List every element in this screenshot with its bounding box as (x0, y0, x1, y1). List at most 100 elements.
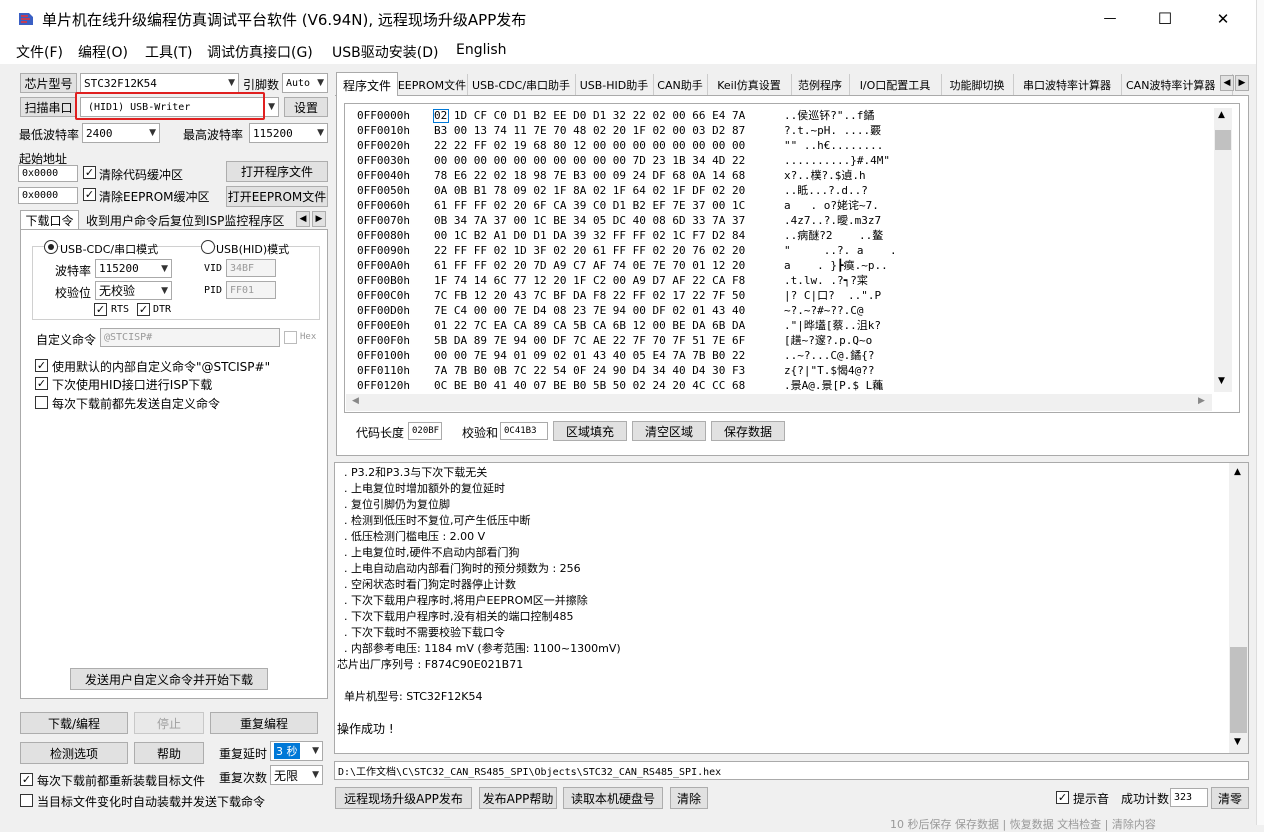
clear-area-button[interactable]: 清空区域 (632, 421, 706, 441)
tab-eeprom-file[interactable]: EEPROM文件 (397, 74, 468, 95)
tab-download-password[interactable]: 下载口令 (20, 210, 79, 230)
scroll-thumb[interactable] (1215, 130, 1231, 150)
repeat-count-select[interactable]: 无限 ▼ (270, 765, 323, 785)
chip-model-select[interactable]: STC32F12K54 ▼ (80, 73, 239, 93)
scroll-right-icon[interactable]: ▶ (1198, 396, 1205, 406)
tab-keil-settings[interactable]: Keil仿真设置 (707, 74, 792, 95)
usb-hid-radio[interactable] (201, 240, 215, 254)
reload-before-download-checkbox[interactable]: ✓ (20, 773, 33, 786)
app-logo-icon (17, 10, 35, 28)
code-length-value: 020BF (408, 422, 442, 440)
hex-vertical-scrollbar[interactable]: ▲ ▼ (1214, 108, 1232, 392)
send-command-first-checkbox[interactable] (35, 396, 48, 409)
tab-can-assistant[interactable]: CAN助手 (653, 74, 708, 95)
menu-debug[interactable]: 调试仿真接口(G) (207, 42, 313, 62)
maximize-button[interactable]: ☐ (1145, 6, 1185, 32)
settings-button[interactable]: 设置 (284, 97, 328, 117)
repeat-program-button[interactable]: 重复编程 (210, 712, 318, 734)
tab-io-config[interactable]: I/O口配置工具 (849, 74, 942, 95)
tab-scroll-left[interactable]: ◀ (296, 211, 310, 227)
menu-program[interactable]: 编程(O) (78, 42, 128, 62)
usb-cdc-radio[interactable] (44, 240, 58, 254)
open-eeprom-file-button[interactable]: 打开EEPROM文件 (226, 186, 328, 207)
baud-select[interactable]: 115200 ▼ (95, 259, 172, 278)
hex-checkbox[interactable] (284, 331, 297, 344)
stop-button[interactable]: 停止 (134, 712, 204, 734)
log-output[interactable]: . P3.2和P3.3与下次下载无关 . 上电复位时增加额外的复位延时 . 复位… (334, 462, 1249, 754)
clear-log-button[interactable]: 清除 (670, 787, 708, 809)
hex-ascii: ?.t.~pH. ....覈 (784, 124, 882, 137)
menu-english[interactable]: English (456, 42, 507, 58)
save-data-button[interactable]: 保存数据 (711, 421, 785, 441)
download-program-button[interactable]: 下载/编程 (20, 712, 128, 734)
tab-example-programs[interactable]: 范例程序 (791, 74, 850, 95)
repeat-delay-select[interactable]: 3 秒 ▼ (270, 741, 323, 761)
auto-load-checkbox[interactable] (20, 794, 33, 807)
tabs-scroll-right[interactable]: ▶ (1235, 75, 1249, 91)
menu-file[interactable]: 文件(F) (16, 42, 63, 62)
tab-usb-hid-assistant[interactable]: USB-HID助手 (575, 74, 654, 95)
clear-code-checkbox[interactable]: ✓ (83, 166, 96, 179)
clear-eeprom-checkbox[interactable]: ✓ (83, 188, 96, 201)
custom-command-label: 自定义命令 (36, 333, 97, 347)
code-address-input[interactable]: 0x0000 (18, 165, 78, 182)
minimize-button[interactable]: — (1090, 6, 1130, 32)
hex-bytes: 61 FF FF 02 20 7D A9 C7 AF 74 0E 7E 70 0… (434, 259, 746, 272)
tab-program-file[interactable]: 程序文件 (336, 72, 398, 97)
hid-isp-checkbox[interactable]: ✓ (35, 377, 48, 390)
background-status-hint: 10 秒后保存 保存数据 | 恢复数据 文档检查 | 清除内容 (890, 818, 1156, 831)
scroll-down-icon[interactable]: ▼ (1218, 376, 1225, 386)
custom-command-input[interactable]: @STCISP# (100, 328, 280, 347)
tab-can-baud-calc[interactable]: CAN波特率计算器 (1121, 74, 1233, 95)
sound-checkbox[interactable]: ✓ (1056, 791, 1069, 804)
eeprom-address-input[interactable]: 0x0000 (18, 187, 78, 204)
tab-scroll-right[interactable]: ▶ (312, 211, 326, 227)
menu-usb-driver[interactable]: USB驱动安装(D) (332, 42, 438, 62)
tab-uart-baud-calc[interactable]: 串口波特率计算器 (1013, 74, 1122, 95)
scroll-left-icon[interactable]: ◀ (352, 396, 359, 406)
publish-app-help-button[interactable]: 发布APP帮助 (479, 787, 557, 809)
scroll-thumb[interactable] (1230, 647, 1247, 733)
check-options-button[interactable]: 检测选项 (20, 742, 128, 764)
open-program-file-button[interactable]: 打开程序文件 (226, 161, 328, 182)
hex-ascii: .t.lw. .?┑?寀 (784, 274, 868, 287)
scan-port-button[interactable]: 扫描串口 (20, 97, 77, 117)
help-button[interactable]: 帮助 (134, 742, 204, 764)
min-baud-select[interactable]: 2400 ▼ (82, 123, 160, 143)
scroll-up-icon[interactable]: ▲ (1218, 110, 1225, 120)
chevron-down-icon: ▼ (317, 78, 324, 88)
hex-address-column: 0FF0000h 0FF0010h 0FF0020h 0FF0030h 0FF0… (357, 108, 427, 393)
default-command-checkbox[interactable]: ✓ (35, 359, 48, 372)
dtr-checkbox[interactable]: ✓ (137, 303, 150, 316)
max-baud-select[interactable]: 115200 ▼ (249, 123, 328, 143)
vid-input[interactable]: 34BF (226, 259, 276, 277)
scroll-up-icon[interactable]: ▲ (1234, 467, 1241, 477)
hex-bytes: 00 00 7E 94 01 09 02 01 43 40 05 E4 7A 7… (434, 349, 746, 362)
tab-usb-cdc-assistant[interactable]: USB-CDC/串口助手 (467, 74, 576, 95)
tabs-scroll-left[interactable]: ◀ (1220, 75, 1234, 91)
pin-count-select[interactable]: Auto ▼ (282, 73, 328, 93)
remote-upgrade-publish-button[interactable]: 远程现场升级APP发布 (335, 787, 472, 809)
close-button[interactable]: ✕ (1203, 6, 1243, 32)
hex-label: Hex (300, 332, 317, 342)
reset-count-button[interactable]: 清零 (1211, 787, 1249, 809)
rts-checkbox[interactable]: ✓ (94, 303, 107, 316)
file-path-field[interactable]: D:\工作文档\C\STC32_CAN_RS485_SPI\Objects\ST… (334, 761, 1249, 780)
scroll-down-icon[interactable]: ▼ (1234, 737, 1241, 747)
chip-model-button[interactable]: 芯片型号 (20, 73, 77, 93)
hex-address: 0FF00F0h (357, 334, 410, 347)
send-command-download-button[interactable]: 发送用户自定义命令并开始下载 (70, 668, 268, 690)
tab-reset-to-isp[interactable]: 收到用户命令后复位到ISP监控程序区 (86, 212, 284, 229)
menu-tools[interactable]: 工具(T) (145, 42, 192, 62)
tab-pin-switch[interactable]: 功能脚切换 (941, 74, 1014, 95)
read-disk-id-button[interactable]: 读取本机硬盘号 (563, 787, 663, 809)
hex-address: 0FF0090h (357, 244, 410, 257)
log-vertical-scrollbar[interactable]: ▲ ▼ (1229, 463, 1248, 753)
pid-input[interactable]: FF01 (226, 281, 276, 299)
hex-address: 0FF0050h (357, 184, 410, 197)
hex-ascii: ..侯巡钚?"..f鐍 (784, 109, 875, 122)
fill-area-button[interactable]: 区域填充 (553, 421, 627, 441)
radio-dot-icon (48, 244, 54, 250)
hex-horizontal-scrollbar[interactable]: ◀ ▶ (346, 394, 1212, 411)
parity-select[interactable]: 无校验 ▼ (95, 281, 172, 300)
